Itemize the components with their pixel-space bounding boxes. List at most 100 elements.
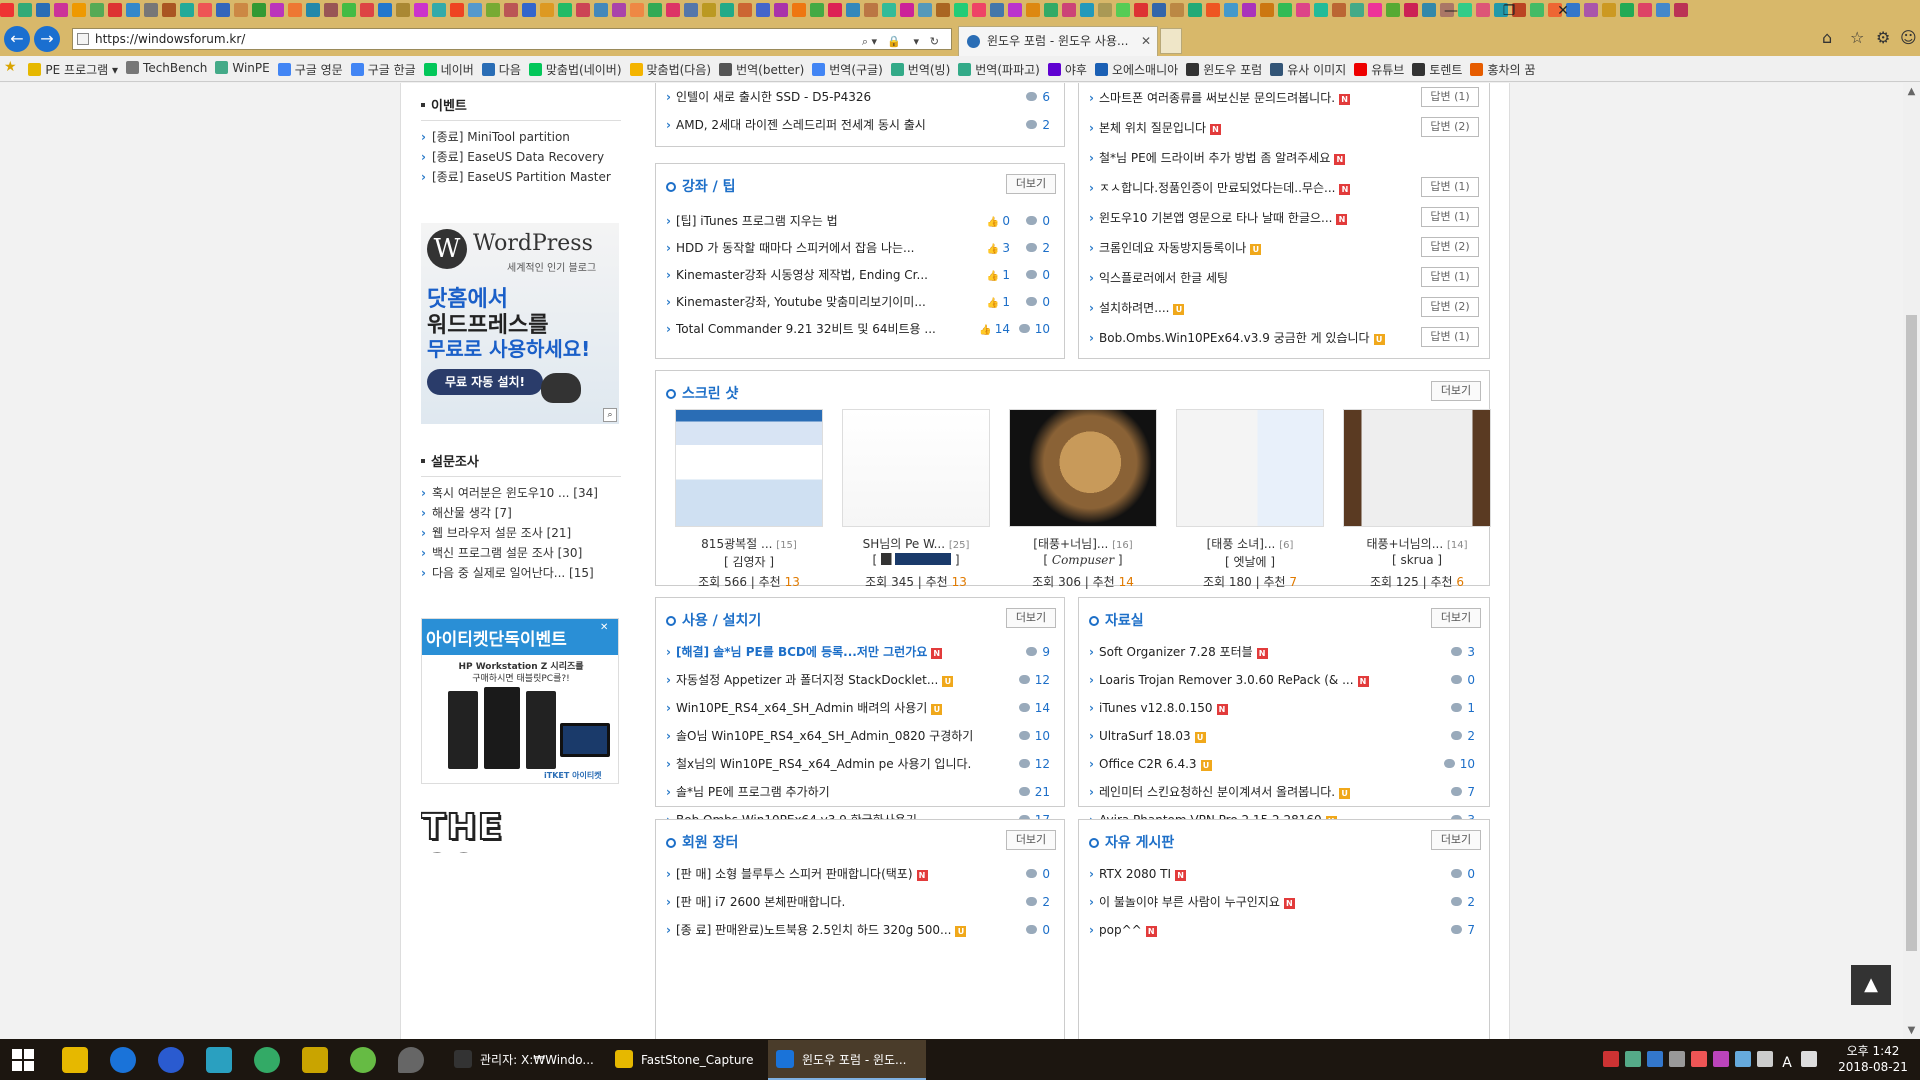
bookmark-shortcut-icon[interactable] bbox=[504, 3, 518, 17]
post-title[interactable]: pop^^N bbox=[1099, 916, 1399, 944]
bookmark-shortcut-icon[interactable] bbox=[1134, 3, 1148, 17]
vertical-scrollbar[interactable]: ▲ ▼ bbox=[1903, 83, 1920, 1039]
bookmark-shortcut-icon[interactable] bbox=[648, 3, 662, 17]
thecoin-ad[interactable]: THE COIN bbox=[421, 805, 619, 853]
list-item[interactable]: pop^^N 7 bbox=[1089, 916, 1479, 944]
post-title[interactable]: 솔*님 PE에 프로그램 추가하기 bbox=[676, 778, 974, 806]
bookmark-shortcut-icon[interactable] bbox=[864, 3, 878, 17]
list-item[interactable]: iTunes v12.8.0.150N 1 bbox=[1089, 694, 1479, 722]
app-drop-icon[interactable] bbox=[398, 1047, 424, 1073]
favorite-item[interactable]: 홍차의 꿈 bbox=[1466, 56, 1539, 81]
tray-app-icon[interactable] bbox=[1647, 1051, 1663, 1067]
bookmark-shortcut-icon[interactable] bbox=[1404, 3, 1418, 17]
bookmark-shortcut-icon[interactable] bbox=[324, 3, 338, 17]
bookmark-shortcut-icon[interactable] bbox=[1278, 3, 1292, 17]
bookmark-shortcut-icon[interactable] bbox=[1188, 3, 1202, 17]
bookmark-shortcut-icon[interactable] bbox=[540, 3, 554, 17]
answer-count-button[interactable]: 답변 (1) bbox=[1421, 207, 1479, 227]
screenshot-more-button[interactable]: 더보기 bbox=[1431, 381, 1481, 401]
bookmark-shortcut-icon[interactable] bbox=[108, 3, 122, 17]
dropdown-icon[interactable]: ▾ bbox=[913, 32, 919, 52]
bookmark-shortcut-icon[interactable] bbox=[720, 3, 734, 17]
bookmark-shortcut-icon[interactable] bbox=[162, 3, 176, 17]
scroll-down-arrow-icon[interactable]: ▼ bbox=[1903, 1022, 1920, 1039]
bookmark-shortcut-icon[interactable] bbox=[1008, 3, 1022, 17]
bookmark-shortcut-icon[interactable] bbox=[180, 3, 194, 17]
screenshot-card[interactable]: 태풍+너님의... [14][ skrua ] 조회 125 | 추천 6 bbox=[1342, 409, 1492, 593]
favorite-item[interactable]: 번역(빙) bbox=[887, 56, 954, 81]
list-item[interactable]: AMD, 2세대 라이젠 스레드리퍼 전세계 동시 출시 2 bbox=[666, 111, 1054, 139]
speaker-icon[interactable] bbox=[1757, 1051, 1773, 1067]
bookmark-shortcut-icon[interactable] bbox=[684, 3, 698, 17]
bookmark-shortcut-icon[interactable] bbox=[1314, 3, 1328, 17]
bookmark-shortcut-icon[interactable] bbox=[1080, 3, 1094, 17]
post-title[interactable]: 철*님 PE에 드라이버 추가 방법 좀 알려주세요N bbox=[1099, 143, 1399, 173]
list-item[interactable]: Kinemaster강좌 시동영상 제작법, Ending Cr... 10 bbox=[666, 262, 1054, 289]
app-leaf-icon[interactable] bbox=[350, 1047, 376, 1073]
list-item[interactable]: [해결] 솔*님 PE를 BCD에 등록...저만 그런가요N 9 bbox=[666, 638, 1054, 666]
bookmark-shortcut-icon[interactable] bbox=[450, 3, 464, 17]
bookmark-shortcut-icon[interactable] bbox=[522, 3, 536, 17]
post-title[interactable]: Kinemaster강좌 시동영상 제작법, Ending Cr... bbox=[676, 262, 974, 289]
survey-item[interactable]: 다음 중 실제로 일어난다... [15] bbox=[421, 563, 621, 583]
favorites-star-icon[interactable]: ☆ bbox=[1850, 28, 1864, 47]
screenshot-thumbnail[interactable] bbox=[675, 409, 823, 527]
search-icon[interactable]: ⌕ ▾ bbox=[862, 32, 877, 52]
post-title[interactable]: HDD 가 동작할 때마다 스피커에서 잡음 나는... bbox=[676, 235, 974, 262]
bookmark-shortcut-icon[interactable] bbox=[234, 3, 248, 17]
bookmark-shortcut-icon[interactable] bbox=[216, 3, 230, 17]
list-item[interactable]: Soft Organizer 7.28 포터블N 3 bbox=[1089, 638, 1479, 666]
bookmark-shortcut-icon[interactable] bbox=[1296, 3, 1310, 17]
post-title[interactable]: Kinemaster강좌, Youtube 맞춤미리보기이미... bbox=[676, 289, 974, 316]
favorite-item[interactable]: TechBench bbox=[122, 56, 211, 81]
usage-more-button[interactable]: 더보기 bbox=[1006, 608, 1056, 628]
list-item[interactable]: Bob.Ombs.Win10PEx64.v3.9 궁금한 게 있습니다U 답변 (… bbox=[1089, 323, 1479, 353]
list-item[interactable]: Total Commander 9.21 32비트 및 64비트용 ... 14 1… bbox=[666, 316, 1054, 343]
bookmark-shortcut-icon[interactable] bbox=[774, 3, 788, 17]
screenshot-thumbnail[interactable] bbox=[1343, 409, 1491, 527]
bookmark-shortcut-icon[interactable] bbox=[360, 3, 374, 17]
post-title[interactable]: AMD, 2세대 라이젠 스레드리퍼 전세계 동시 출시 bbox=[676, 111, 974, 139]
home-icon[interactable]: ⌂ bbox=[1822, 28, 1832, 47]
post-title[interactable]: 인텔이 새로 출시한 SSD - D5-P4326 bbox=[676, 83, 974, 111]
list-item[interactable]: 설치하려면....U 답변 (2) bbox=[1089, 293, 1479, 323]
bookmark-shortcut-icon[interactable] bbox=[396, 3, 410, 17]
ad-install-button[interactable]: 무료 자동 설치! bbox=[427, 369, 543, 395]
favorite-item[interactable]: 윈도우 포럼 bbox=[1182, 56, 1266, 81]
bookmark-shortcut-icon[interactable] bbox=[936, 3, 950, 17]
back-arrow-icon[interactable]: ← bbox=[4, 26, 30, 52]
post-title[interactable]: 설치하려면....U bbox=[1099, 293, 1409, 323]
add-favorite-star-icon[interactable]: ★ bbox=[0, 56, 21, 81]
screenshot-author[interactable]: [ skrua ] bbox=[1342, 553, 1492, 573]
favorite-item[interactable]: 맞춤법(다음) bbox=[626, 56, 716, 81]
list-item[interactable]: ㅈㅅ합니다.정품인증이 만료되었다는데..무슨...N 답변 (1) bbox=[1089, 173, 1479, 203]
answer-count-button[interactable]: 답변 (1) bbox=[1421, 327, 1479, 347]
list-item[interactable]: [팁] iTunes 프로그램 지우는 법 00 bbox=[666, 208, 1054, 235]
lecture-more-button[interactable]: 더보기 bbox=[1006, 174, 1056, 194]
list-item[interactable]: 스마트폰 여러종류를 써보신분 문의드려봅니다.N 답변 (1) bbox=[1089, 83, 1479, 113]
clock[interactable]: 오후 1:42 2018-08-21 bbox=[1828, 1043, 1918, 1077]
answer-count-button[interactable]: 답변 (1) bbox=[1421, 267, 1479, 287]
bookmark-shortcut-icon[interactable] bbox=[198, 3, 212, 17]
event-item[interactable]: [종료] EaseUS Data Recovery bbox=[421, 147, 621, 167]
close-window-button[interactable]: ✕ bbox=[1540, 0, 1586, 22]
taskbar-window-button[interactable]: FastStone_Capture bbox=[607, 1040, 765, 1080]
screenshot-caption[interactable]: 815광복절 ... [15] bbox=[674, 535, 824, 553]
list-item[interactable]: 솔O님 Win10PE_RS4_x64_SH_Admin_0820 구경하기U 1… bbox=[666, 722, 1054, 750]
post-title[interactable]: 크롬인데요 자동방지등록이나U bbox=[1099, 233, 1409, 263]
bookmark-shortcut-icon[interactable] bbox=[612, 3, 626, 17]
list-item[interactable]: HDD 가 동작할 때마다 스피커에서 잡음 나는... 32 bbox=[666, 235, 1054, 262]
list-item[interactable]: [종 료] 판매완료)노트북용 2.5인치 하드 320g 500...U 0 bbox=[666, 916, 1054, 944]
favorite-item[interactable]: 네이버 bbox=[420, 56, 478, 81]
bookmark-shortcut-icon[interactable] bbox=[702, 3, 716, 17]
post-title[interactable]: ㅈㅅ합니다.정품인증이 만료되었다는데..무슨...N bbox=[1099, 173, 1409, 203]
tray-app-icon[interactable] bbox=[1735, 1051, 1751, 1067]
bookmark-shortcut-icon[interactable] bbox=[1584, 3, 1598, 17]
list-item[interactable]: RTX 2080 TIN 0 bbox=[1089, 860, 1479, 888]
internet-explorer-icon[interactable] bbox=[110, 1047, 136, 1073]
tray-flag-icon[interactable] bbox=[1603, 1051, 1619, 1067]
post-title[interactable]: 레인미터 스킨요청하신 분이계셔서 올려봅니다.U bbox=[1099, 778, 1399, 806]
post-title[interactable]: 철x님의 Win10PE_RS4_x64_Admin pe 사용기 입니다. bbox=[676, 750, 974, 778]
bookmark-shortcut-icon[interactable] bbox=[972, 3, 986, 17]
bookmark-shortcut-icon[interactable] bbox=[1638, 3, 1652, 17]
